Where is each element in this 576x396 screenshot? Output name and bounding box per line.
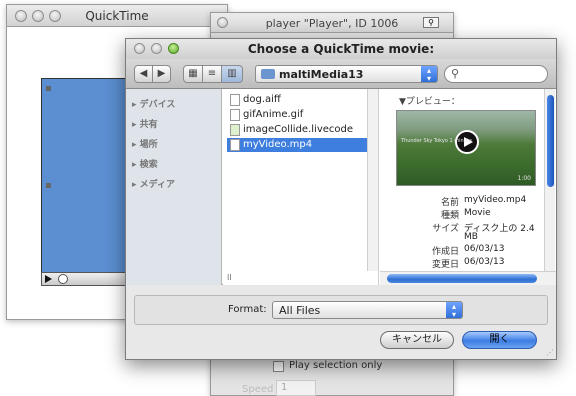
preview-label: ▼プレビュー： bbox=[399, 97, 460, 107]
choose-movie-dialog: Choose a QuickTime movie: ◀ ▶ ▦ ≡ ▥ malt… bbox=[125, 38, 557, 360]
format-popup[interactable]: All Files ▴ ▾ bbox=[272, 301, 463, 319]
forward-icon[interactable]: ▶ bbox=[152, 65, 171, 83]
browser-hscrollbar[interactable] bbox=[380, 271, 556, 285]
meta-value: Movie bbox=[464, 208, 491, 218]
sidebar-item-devices[interactable]: ▸ デバイス bbox=[132, 97, 175, 110]
format-bar: Format: All Files ▴ ▾ bbox=[134, 295, 548, 325]
player-title: player "Player", ID 1006 bbox=[265, 17, 399, 30]
meta-value: MB bbox=[464, 232, 478, 242]
preview-scrollbar[interactable] bbox=[544, 89, 555, 271]
list-item[interactable]: imageCollide.livecode bbox=[227, 123, 371, 137]
dialog-title: Choose a QuickTime movie: bbox=[247, 42, 435, 56]
folder-name: maltiMedia13 bbox=[279, 68, 364, 81]
quicktime-titlebar: QuickTime bbox=[7, 5, 227, 27]
sidebar-item-search[interactable]: ▸ 検索 bbox=[132, 157, 158, 170]
sidebar-item-places[interactable]: ▸ 場所 bbox=[132, 137, 158, 150]
column-resize-icon[interactable]: II bbox=[227, 273, 232, 282]
player-titlebar: player "Player", ID 1006 ⚲ bbox=[211, 13, 453, 33]
preview-pane: ▼プレビュー： Thunder Sky Tokyo 1 minute 1:00 … bbox=[379, 89, 556, 285]
icon-view-icon[interactable]: ▦ bbox=[183, 65, 203, 83]
open-button[interactable]: 開く bbox=[462, 331, 537, 349]
preview-time: 1:00 bbox=[517, 175, 531, 182]
list-view-icon[interactable]: ≡ bbox=[202, 65, 222, 83]
resize-handle[interactable] bbox=[46, 86, 51, 91]
format-value: All Files bbox=[279, 304, 321, 317]
speed-field[interactable]: 1 bbox=[276, 380, 316, 396]
meta-value: myVideo.mp4 bbox=[464, 195, 527, 205]
resize-handle[interactable] bbox=[46, 183, 51, 188]
play-selection-label: Play selection only bbox=[289, 360, 383, 371]
preview-caption: Thunder Sky Tokyo 1 minute bbox=[401, 138, 472, 144]
livecode-file-icon bbox=[230, 124, 240, 136]
format-label: Format: bbox=[228, 304, 267, 315]
image-file-icon bbox=[230, 109, 240, 121]
column-view-icon[interactable]: ▥ bbox=[221, 65, 243, 83]
search-icon[interactable]: ⚲ bbox=[423, 17, 439, 28]
search-input[interactable]: ⚲ bbox=[444, 65, 548, 83]
cancel-button[interactable]: キャンセル bbox=[380, 331, 454, 349]
meta-key: 種類 bbox=[440, 211, 459, 221]
meta-key: サイズ bbox=[432, 224, 459, 234]
sidebar-item-media[interactable]: ▸ メディア bbox=[132, 177, 175, 190]
popup-arrows-icon: ▴ ▾ bbox=[446, 302, 462, 319]
resize-grip-icon[interactable]: ⋰ bbox=[546, 348, 554, 357]
list-item[interactable]: dog.aiff bbox=[227, 93, 371, 107]
play-selection-checkbox[interactable] bbox=[273, 361, 284, 372]
file-column-scrollbar[interactable] bbox=[367, 89, 378, 271]
popup-arrows-icon: ▴ ▾ bbox=[421, 66, 437, 83]
file-browser: ▸ デバイス ▸ 共有 ▸ 場所 ▸ 検索 ▸ メディア dog.aiff gi… bbox=[126, 89, 556, 285]
video-file-icon bbox=[230, 139, 240, 151]
folder-icon bbox=[261, 69, 275, 79]
quicktime-title: QuickTime bbox=[85, 9, 149, 23]
meta-value: 06/03/13 bbox=[464, 257, 505, 267]
video-thumbnail[interactable]: Thunder Sky Tokyo 1 minute 1:00 bbox=[396, 110, 536, 186]
list-item[interactable]: myVideo.mp4 bbox=[227, 138, 371, 152]
file-column: dog.aiff gifAnime.gif imageCollide.livec… bbox=[223, 89, 379, 285]
dialog-titlebar: Choose a QuickTime movie: bbox=[126, 39, 556, 59]
back-icon[interactable]: ◀ bbox=[134, 65, 153, 83]
hscroll-thumb[interactable] bbox=[387, 274, 537, 283]
folder-popup[interactable]: maltiMedia13 ▴ ▾ bbox=[255, 65, 438, 83]
scrubber-knob-icon[interactable] bbox=[58, 274, 68, 284]
dialog-toolbar: ◀ ▶ ▦ ≡ ▥ maltiMedia13 ▴ ▾ ⚲ bbox=[126, 59, 556, 89]
scroll-thumb[interactable] bbox=[547, 95, 554, 187]
play-icon[interactable] bbox=[45, 275, 52, 283]
search-icon: ⚲ bbox=[451, 67, 460, 80]
audio-file-icon bbox=[230, 94, 240, 106]
speed-label: Speed bbox=[242, 384, 274, 395]
meta-key: 作成日 bbox=[431, 247, 459, 257]
meta-key: 名前 bbox=[440, 198, 459, 208]
meta-value: 06/03/13 bbox=[464, 244, 505, 254]
list-item[interactable]: gifAnime.gif bbox=[227, 108, 371, 122]
meta-key: 変更日 bbox=[431, 260, 459, 270]
sidebar: ▸ デバイス ▸ 共有 ▸ 場所 ▸ 検索 ▸ メディア bbox=[126, 89, 222, 285]
sidebar-item-shared[interactable]: ▸ 共有 bbox=[132, 117, 158, 130]
